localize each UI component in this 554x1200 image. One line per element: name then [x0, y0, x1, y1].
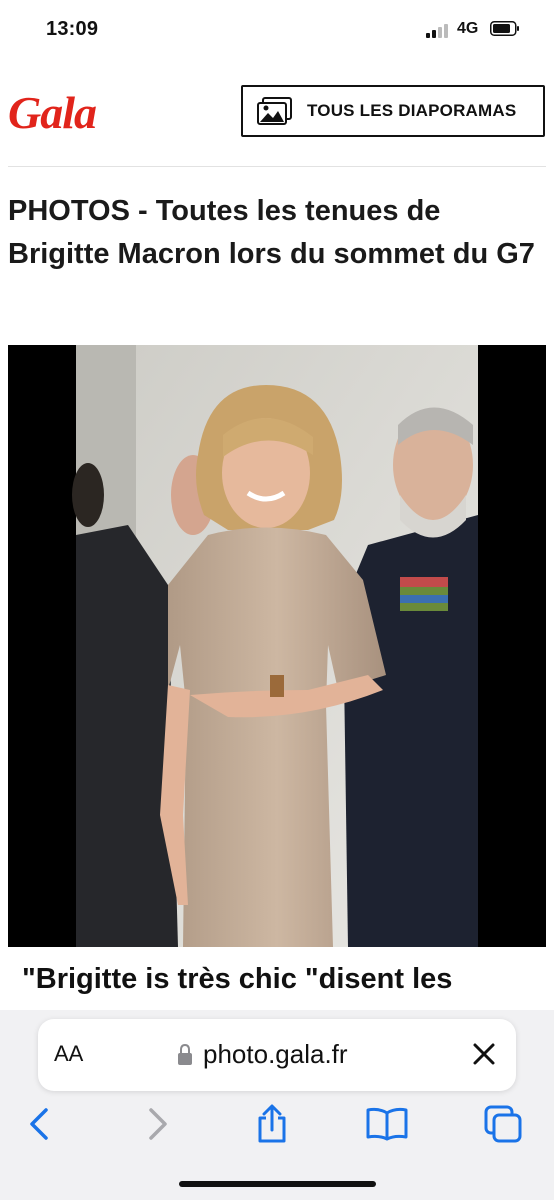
- tabs-button[interactable]: [481, 1102, 525, 1146]
- caption-area: "Brigitte is très chic "disent les: [0, 948, 554, 1010]
- all-slideshows-label: TOUS LES DIAPORAMAS: [307, 101, 517, 120]
- all-slideshows-button[interactable]: TOUS LES DIAPORAMAS: [241, 85, 545, 137]
- gala-logo[interactable]: Gala: [8, 86, 97, 139]
- status-bar: 13:09 4G: [0, 0, 554, 62]
- forward-icon: [149, 1108, 167, 1140]
- lock-icon: [178, 1044, 192, 1065]
- network-type: 4G: [457, 20, 479, 37]
- home-indicator: [179, 1181, 376, 1187]
- article-photo[interactable]: [8, 345, 546, 947]
- status-time: 13:09: [46, 18, 99, 40]
- share-button[interactable]: [250, 1102, 294, 1146]
- back-button[interactable]: [17, 1102, 61, 1146]
- text-size-button[interactable]: AA: [54, 1041, 83, 1067]
- tabs-icon: [484, 1105, 522, 1143]
- image-gallery-icon: [257, 97, 292, 125]
- bookmarks-button[interactable]: [365, 1102, 409, 1146]
- url-text[interactable]: photo.gala.fr: [203, 1039, 348, 1070]
- battery-icon: [490, 21, 519, 36]
- forward-button[interactable]: [136, 1102, 180, 1146]
- photo-caption: "Brigitte is très chic "disent les: [22, 963, 453, 995]
- back-icon: [30, 1108, 48, 1140]
- share-icon: [258, 1104, 286, 1143]
- close-icon[interactable]: [472, 1042, 496, 1066]
- signal-icon: [426, 24, 448, 38]
- header-divider: [8, 166, 546, 167]
- article-title: PHOTOS - Toutes les tenues de Brigitte M…: [8, 195, 535, 270]
- photo-illustration: [8, 345, 546, 947]
- bookmarks-icon: [366, 1107, 408, 1141]
- text-size-label: AA: [54, 1041, 84, 1066]
- address-bar[interactable]: AA photo.gala.fr: [38, 1019, 516, 1091]
